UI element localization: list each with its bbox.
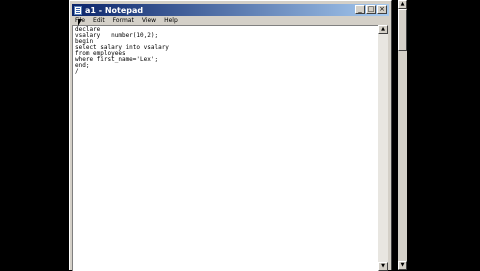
menu-edit[interactable]: Edit [89, 17, 109, 24]
menu-help[interactable]: Help [160, 17, 182, 24]
window-title: a1 - Notepad [85, 5, 144, 15]
text-editor-area[interactable]: declare vsalary number(10,2); begin sele… [72, 25, 378, 271]
notepad-window: a1 - Notepad _ □ × File Edit Format View… [69, 0, 392, 271]
scroll-up-arrow-icon[interactable]: ▲ [378, 25, 388, 34]
title-bar[interactable]: a1 - Notepad _ □ × [72, 4, 389, 16]
menu-bar: File Edit Format View Help [72, 16, 389, 25]
editor-vertical-scrollbar[interactable]: ▲ ▼ [378, 25, 388, 271]
menu-view[interactable]: View [138, 17, 160, 24]
notepad-app-icon[interactable] [74, 5, 82, 15]
outer-scroll-up-arrow-icon[interactable]: ▲ [398, 0, 407, 9]
editor-line: / [75, 68, 79, 75]
editor-text: declare vsalary number(10,2); begin sele… [73, 26, 378, 75]
mouse-pointer-icon [78, 19, 82, 26]
menu-format[interactable]: Format [109, 17, 138, 24]
maximize-button[interactable]: □ [366, 5, 376, 14]
close-button[interactable]: × [377, 5, 387, 14]
outer-vertical-scrollbar[interactable]: ▲ ▼ [398, 0, 407, 270]
outer-scroll-down-arrow-icon[interactable]: ▼ [398, 261, 407, 270]
minimize-button[interactable]: _ [355, 5, 365, 14]
caption-buttons: _ □ × [354, 5, 387, 14]
outer-scroll-thumb[interactable] [398, 9, 407, 51]
